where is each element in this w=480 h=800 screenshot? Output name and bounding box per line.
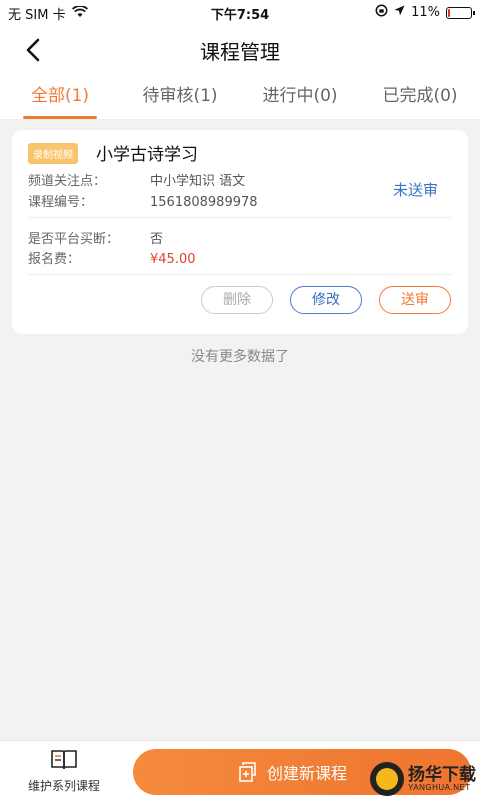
watermark-text: 扬华下载 YANGHUA.NET	[408, 764, 476, 792]
battery-level	[448, 8, 450, 17]
create-course-label: 创建新课程	[267, 764, 348, 783]
delete-button[interactable]: 删除	[201, 286, 273, 314]
book-icon	[51, 750, 77, 770]
location-icon	[394, 5, 405, 20]
card-divider	[28, 217, 452, 218]
fee-label: 报名费：	[28, 252, 81, 267]
status-right: 11%	[375, 4, 475, 21]
submit-review-button[interactable]: 送审	[379, 286, 451, 314]
edit-button[interactable]: 修改	[290, 286, 362, 314]
card-divider	[28, 274, 452, 275]
battery-icon	[446, 6, 475, 19]
course-card[interactable]: 录制视频 小学古诗学习 频道关注点： 中小学知识 语文 课程编号： 15618089…	[12, 130, 468, 334]
maintain-series-label: 维护系列课程	[27, 779, 100, 793]
buyout-value: 否	[150, 232, 164, 247]
tab-in-progress[interactable]: 进行中(0)	[240, 74, 360, 119]
buyout-label: 是否平台买断：	[28, 232, 120, 247]
maintain-series-button[interactable]: 维护系列课程	[14, 749, 114, 794]
channel-row: 频道关注点： 中小学知识 语文	[28, 170, 245, 189]
tab-completed[interactable]: 已完成(0)	[360, 74, 480, 119]
channel-value: 中小学知识 语文	[150, 174, 246, 189]
watermark-cn: 扬华下载	[408, 764, 476, 785]
status-bar: 无 SIM 卡 下午7:54 11%	[0, 0, 480, 24]
fee-value: ¥45.00	[150, 252, 196, 267]
orientation-lock-icon	[375, 4, 388, 21]
watermark-en: YANGHUA.NET	[408, 782, 471, 792]
watermark: 扬华下载 YANGHUA.NET	[370, 762, 476, 796]
list-end-text: 没有更多数据了	[191, 349, 289, 365]
buyout-row: 是否平台买断： 否	[28, 228, 163, 247]
course-code-value: 1561808989978	[150, 195, 258, 210]
course-code-label: 课程编号：	[28, 195, 94, 210]
review-status-link[interactable]: 未送审	[393, 179, 438, 200]
add-document-icon	[239, 762, 256, 782]
battery-percent: 11%	[411, 5, 440, 20]
tab-pending-review[interactable]: 待审核(1)	[120, 74, 240, 119]
bottom-bar: 维护系列课程 创建新课程 扬华下载 YANGHUA.NET	[0, 740, 480, 800]
channel-label: 频道关注点：	[28, 174, 107, 189]
page-title: 课程管理	[200, 40, 280, 64]
fee-row: 报名费： ¥45.00	[28, 248, 196, 267]
nav-bar: 课程管理	[0, 24, 480, 74]
watermark-logo	[370, 762, 404, 796]
course-title: 小学古诗学习	[96, 145, 198, 165]
course-type-badge: 录制视频	[28, 143, 78, 164]
tab-all[interactable]: 全部(1)	[0, 74, 120, 119]
course-code-row: 课程编号： 1561808989978	[28, 191, 258, 210]
status-tabs: 全部(1) 待审核(1) 进行中(0) 已完成(0)	[0, 74, 480, 120]
